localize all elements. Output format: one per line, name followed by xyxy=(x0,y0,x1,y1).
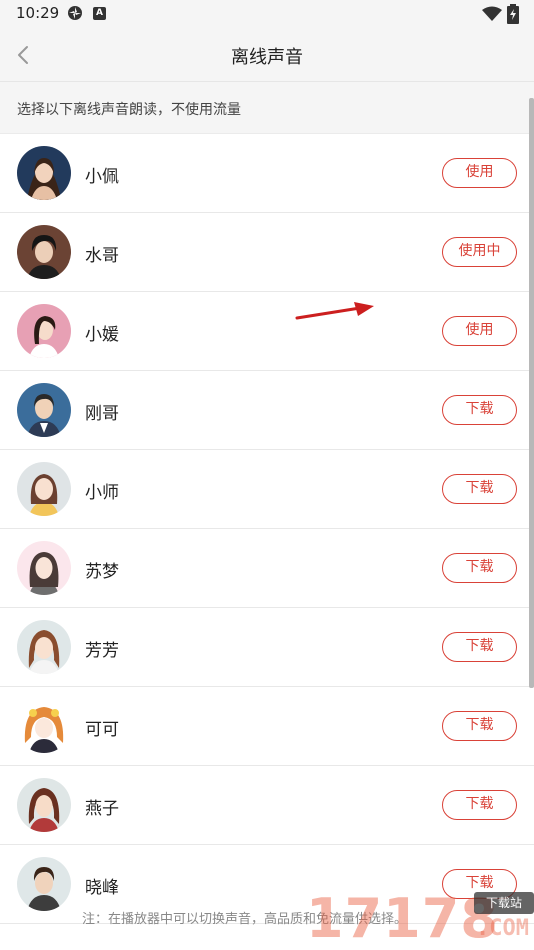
subtitle-text: 选择以下离线声音朗读，不使用流量 xyxy=(17,102,241,118)
avatar xyxy=(17,778,71,832)
voice-name: 燕子 xyxy=(85,799,119,819)
download-button[interactable]: 下载 xyxy=(442,553,517,583)
battery-charging-icon xyxy=(507,4,519,24)
voice-row: 小佩 使用 xyxy=(0,134,534,213)
voice-row: 小媛 使用 xyxy=(0,292,534,371)
avatar xyxy=(17,304,71,358)
avatar xyxy=(17,541,71,595)
voice-name: 刚哥 xyxy=(85,404,119,424)
voice-row: 燕子 下载 xyxy=(0,766,534,845)
voice-name: 芳芳 xyxy=(85,641,119,661)
scrollbar[interactable] xyxy=(529,98,534,688)
avatar xyxy=(17,699,71,753)
voice-row: 刚哥 下载 xyxy=(0,371,534,450)
status-time: 10:29 xyxy=(16,4,60,22)
avatar xyxy=(17,225,71,279)
voice-name: 水哥 xyxy=(85,246,119,266)
subtitle-bar: 选择以下离线声音朗读，不使用流量 xyxy=(0,82,534,134)
voice-name: 小师 xyxy=(85,483,119,503)
voice-row: 苏梦 下载 xyxy=(0,529,534,608)
voice-name: 可可 xyxy=(85,720,119,740)
watermark-badge: 下载站 xyxy=(474,892,534,914)
in-use-button[interactable]: 使用中 xyxy=(442,237,517,267)
avatar xyxy=(17,146,71,200)
nav-bar: 离线声音 xyxy=(0,28,534,82)
wifi-icon xyxy=(482,6,502,21)
voice-name: 苏梦 xyxy=(85,562,119,582)
voice-row: 小师 下载 xyxy=(0,450,534,529)
voice-name: 小媛 xyxy=(85,325,119,345)
watermark-logo: 17178 下载站 .COM xyxy=(306,886,534,950)
avatar xyxy=(17,857,71,911)
avatar xyxy=(17,620,71,674)
status-bar: 10:29 A xyxy=(0,0,534,28)
voice-list: 小佩 使用 水哥 使用中 小媛 使用 刚哥 下载 小师 下载 苏梦 下载 芳芳 … xyxy=(0,134,534,924)
avatar xyxy=(17,462,71,516)
download-button[interactable]: 下载 xyxy=(442,395,517,425)
watermark-suffix: .COM xyxy=(476,916,529,941)
voice-row: 水哥 使用中 xyxy=(0,213,534,292)
download-button[interactable]: 下载 xyxy=(442,474,517,504)
voice-row: 芳芳 下载 xyxy=(0,608,534,687)
download-button[interactable]: 下载 xyxy=(442,790,517,820)
download-button[interactable]: 下载 xyxy=(442,632,517,662)
download-button[interactable]: 下载 xyxy=(442,711,517,741)
gear-icon xyxy=(68,6,82,20)
watermark-digits: 17178 xyxy=(306,887,499,950)
use-button[interactable]: 使用 xyxy=(442,158,517,188)
voice-name: 晓峰 xyxy=(85,878,119,898)
arrow-icon xyxy=(295,302,374,320)
avatar xyxy=(17,383,71,437)
page-title: 离线声音 xyxy=(231,47,303,68)
use-button[interactable]: 使用 xyxy=(442,316,517,346)
voice-row: 可可 下载 xyxy=(0,687,534,766)
voice-name: 小佩 xyxy=(85,167,119,187)
a-notification-icon: A xyxy=(93,7,106,20)
